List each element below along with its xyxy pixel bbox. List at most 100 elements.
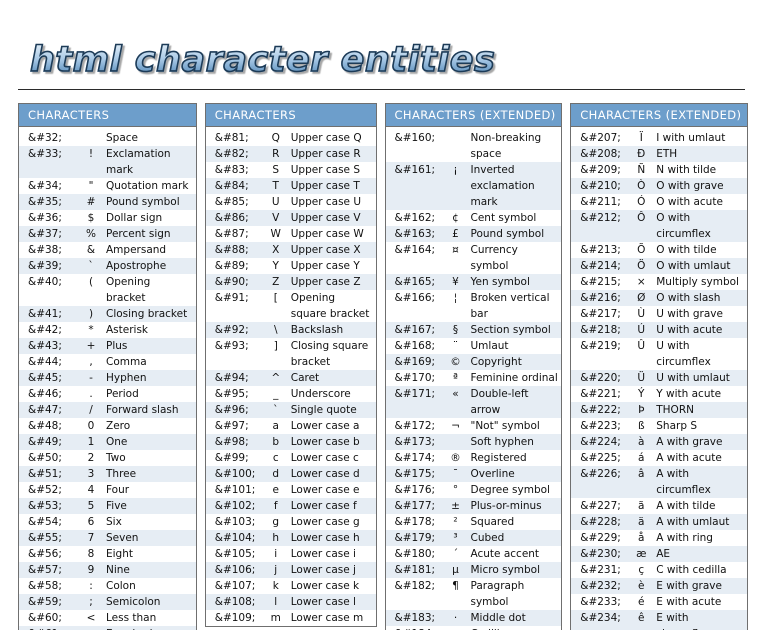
entity-description: Closing bracket [106, 308, 188, 320]
table-row: &#51; 3 Three [19, 466, 196, 482]
table-row: &#211; Ó O with acute [571, 194, 747, 210]
table-row: &#61;=Equals sign [19, 626, 196, 630]
entity-description: Opening bracket [106, 276, 151, 304]
entity-code: &#223; [580, 420, 621, 432]
entity-description: Registered [470, 452, 527, 464]
entity-description: Feminine ordinal [470, 372, 558, 384]
entity-glyph: Þ [638, 404, 645, 416]
entity-glyph: Ñ [637, 164, 646, 176]
table-row: &#212; Ô O with circumflex [571, 210, 747, 242]
entity-description: Hyphen [106, 372, 147, 384]
entity-code: &#179; [394, 532, 436, 544]
entity-description: Upper case S [290, 164, 361, 176]
entity-description: Umlaut [470, 340, 509, 352]
entity-glyph: 5 [87, 500, 95, 512]
entity-code: &#170; [394, 372, 436, 384]
table-row: &#96; ` Single quote [205, 402, 376, 418]
entity-description: Upper case Q [290, 132, 362, 144]
entity-glyph: 8 [87, 548, 95, 560]
table-row: &#180; ´ Acute accent [385, 546, 562, 562]
title-divider [18, 89, 745, 90]
entity-description: Single quote [290, 404, 357, 416]
entity-code: &#220; [580, 372, 621, 384]
table-row: &#85; U Upper case U [205, 194, 376, 210]
entity-glyph: æ [636, 548, 647, 560]
table-row: &#174; ® Registered [385, 450, 562, 466]
entity-glyph: m [270, 612, 281, 624]
table-row: &#102; f Lower case f [205, 498, 376, 514]
entity-code: &#212; [580, 212, 621, 224]
entity-description: Inverted exclamation mark [470, 164, 535, 208]
entity-code: &#32; [28, 132, 62, 144]
entity-description: Lower case i [290, 548, 356, 560]
table-row: &#109; m Lower case m [205, 610, 376, 626]
entity-description: Double-left arrow [470, 388, 529, 416]
entity-code: &#174; [394, 452, 436, 464]
table-row: &#60; < Less than [19, 610, 196, 626]
entity-glyph: ´ [452, 548, 459, 560]
entity-glyph: ¨ [452, 340, 459, 352]
entity-description: Two [106, 452, 126, 464]
entity-description: Lower case m [290, 612, 364, 624]
table-row: &#93;] Closing square bracket [205, 338, 376, 370]
table-row: &#48; 0 Zero [19, 418, 196, 434]
entity-glyph: á [638, 452, 645, 464]
entity-glyph: ¡ [453, 164, 458, 176]
entity-glyph: a [272, 420, 279, 432]
entity-code: &#163; [394, 228, 436, 240]
entity-description: Upper case Z [290, 276, 361, 288]
table-row: &#38; & Ampersand [19, 242, 196, 258]
table-row: &#98; b Lower case b [205, 434, 376, 450]
entity-description: O with circumflex [656, 212, 711, 240]
entity-glyph: & [86, 244, 96, 256]
entity-description: Lower case h [290, 532, 360, 544]
entity-glyph: d [272, 468, 280, 480]
table-row: &#217; Ù U with grave [571, 306, 747, 322]
entity-code: &#176; [394, 484, 436, 496]
entity-description: A with acute [656, 452, 722, 464]
entity-glyph: Q [271, 132, 280, 144]
table-row: &#59;; Semicolon [19, 594, 196, 610]
entity-code: &#55; [28, 532, 62, 544]
entity-code: &#98; [214, 436, 249, 448]
table-row: &#86; V Upper case V [205, 210, 376, 226]
entity-code: &#57; [28, 564, 62, 576]
entity-code: &#217; [580, 308, 621, 320]
entity-glyph: " [88, 180, 94, 192]
entity-description: AE [656, 548, 671, 560]
entity-description: THORN [656, 404, 694, 416]
entity-description: Less than [106, 612, 157, 624]
entity-code: &#37; [28, 228, 62, 240]
table-row: &#164; ¤ Currency symbol [385, 242, 562, 274]
table-row: &#208; Ð ETH [571, 146, 747, 162]
table-row: &#103; g Lower case g [205, 514, 376, 530]
table-row: &#179; ³ Cubed [385, 530, 562, 546]
entity-glyph: R [272, 148, 280, 160]
table-row: &#175; ¯ Overline [385, 466, 562, 482]
entity-description: Dollar sign [106, 212, 163, 224]
table-row: &#84; T Upper case T [205, 178, 376, 194]
entity-code: &#160; [394, 132, 436, 144]
entity-description: Soft hyphen [470, 436, 534, 448]
entity-description: ETH [656, 148, 678, 160]
entity-code: &#95; [214, 388, 249, 400]
entity-code: &#224; [580, 436, 621, 448]
entity-code: &#97; [214, 420, 249, 432]
entity-code: &#172; [394, 420, 436, 432]
table-row: &#160; Non-breaking space [385, 130, 562, 162]
entity-glyph: à [638, 436, 645, 448]
entity-code: &#108; [214, 596, 256, 608]
table-row: &#219; Û U with circumflex [571, 338, 747, 370]
entity-description: Pound symbol [106, 196, 180, 208]
entity-description: Lower case d [290, 468, 360, 480]
table-row: &#215; × Multiply symbol [571, 274, 747, 290]
entity-code: &#180; [394, 548, 436, 560]
table-row: &#44;, Comma [19, 354, 196, 370]
entity-description: C with cedilla [656, 564, 727, 576]
entity-glyph: . [89, 388, 93, 400]
entity-description: Closing square bracket [290, 340, 369, 368]
table-row: &#220; Ü U with umlaut [571, 370, 747, 386]
entity-code: &#40; [28, 276, 62, 288]
entity-description: Lower case f [290, 500, 357, 512]
table-row: &#232; è E with grave [571, 578, 747, 594]
